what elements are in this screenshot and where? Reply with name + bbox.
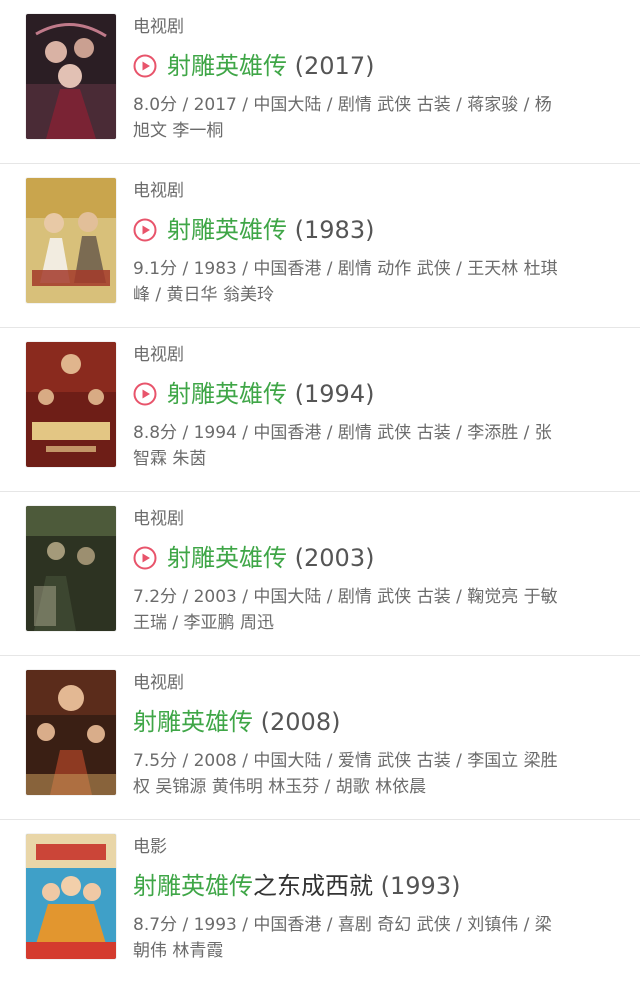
poster-image[interactable]: [26, 834, 116, 959]
search-results-list: 电视剧 射雕英雄传 (2017) 8.0分 / 2017 / 中国大陆 / 剧情…: [0, 0, 640, 984]
poster-image[interactable]: [26, 342, 116, 467]
result-title[interactable]: 射雕英雄传 (2003): [167, 540, 374, 576]
meta-line-2: 智霖 朱茵: [133, 449, 207, 469]
title-highlight[interactable]: 射雕英雄传: [167, 380, 287, 408]
media-type-label: 电视剧: [133, 181, 184, 201]
result-item[interactable]: 电视剧 射雕英雄传 (1983) 9.1分 / 1983 / 中国香港 / 剧情…: [0, 164, 640, 328]
result-item[interactable]: 电视剧 射雕英雄传 (2008) 7.5分 / 2008 / 中国大陆 / 爱情…: [0, 656, 640, 820]
meta-line-1: 8.7分 / 1993 / 中国香港 / 喜剧 奇幻 武侠 / 刘镇伟 / 梁: [133, 915, 552, 935]
title-row[interactable]: 射雕英雄传 (1994): [133, 374, 618, 414]
play-icon[interactable]: [133, 546, 157, 570]
result-meta: 7.5分 / 2008 / 中国大陆 / 爱情 武侠 古装 / 李国立 梁胜 权…: [133, 748, 618, 800]
result-meta: 7.2分 / 2003 / 中国大陆 / 剧情 武侠 古装 / 鞠觉亮 于敏 王…: [133, 584, 618, 636]
title-highlight[interactable]: 射雕英雄传: [167, 544, 287, 572]
meta-line-1: 8.0分 / 2017 / 中国大陆 / 剧情 武侠 古装 / 蒋家骏 / 杨: [133, 95, 552, 115]
title-tail[interactable]: 之东成西就: [253, 872, 373, 900]
result-meta: 8.8分 / 1994 / 中国香港 / 剧情 武侠 古装 / 李添胜 / 张 …: [133, 420, 618, 472]
media-type-label: 电影: [133, 837, 167, 857]
meta-line-1: 8.8分 / 1994 / 中国香港 / 剧情 武侠 古装 / 李添胜 / 张: [133, 423, 552, 443]
play-icon[interactable]: [133, 382, 157, 406]
title-year: (1983): [294, 216, 375, 244]
meta-line-1: 7.5分 / 2008 / 中国大陆 / 爱情 武侠 古装 / 李国立 梁胜: [133, 751, 558, 771]
play-icon[interactable]: [133, 218, 157, 242]
title-highlight[interactable]: 射雕英雄传: [167, 52, 287, 80]
meta-line-2: 峰 / 黄日华 翁美玲: [133, 285, 274, 305]
title-year: (2008): [260, 708, 341, 736]
poster-image[interactable]: [26, 670, 116, 795]
title-row[interactable]: 射雕英雄传之东成西就 (1993): [133, 866, 618, 906]
poster-image[interactable]: [26, 506, 116, 631]
meta-line-2: 权 吴锦源 黄伟明 林玉芬 / 胡歌 林依晨: [133, 777, 427, 797]
meta-line-1: 7.2分 / 2003 / 中国大陆 / 剧情 武侠 古装 / 鞠觉亮 于敏: [133, 587, 558, 607]
meta-line-2: 朝伟 林青霞: [133, 941, 224, 961]
result-item[interactable]: 电影 射雕英雄传之东成西就 (1993) 8.7分 / 1993 / 中国香港 …: [0, 820, 640, 984]
result-title[interactable]: 射雕英雄传 (1983): [167, 212, 374, 248]
title-year: (2003): [294, 544, 375, 572]
meta-line-2: 旭文 李一桐: [133, 121, 224, 141]
media-type-label: 电视剧: [133, 345, 184, 365]
title-year: (1993): [380, 872, 461, 900]
result-meta: 8.7分 / 1993 / 中国香港 / 喜剧 奇幻 武侠 / 刘镇伟 / 梁 …: [133, 912, 618, 964]
result-item[interactable]: 电视剧 射雕英雄传 (1994) 8.8分 / 1994 / 中国香港 / 剧情…: [0, 328, 640, 492]
result-title[interactable]: 射雕英雄传 (2017): [167, 48, 374, 84]
result-title[interactable]: 射雕英雄传 (1994): [167, 376, 374, 412]
title-row[interactable]: 射雕英雄传 (2008): [133, 702, 618, 742]
title-year: (2017): [294, 52, 375, 80]
poster-image[interactable]: [26, 178, 116, 303]
media-type-label: 电视剧: [133, 509, 184, 529]
result-item[interactable]: 电视剧 射雕英雄传 (2003) 7.2分 / 2003 / 中国大陆 / 剧情…: [0, 492, 640, 656]
title-row[interactable]: 射雕英雄传 (1983): [133, 210, 618, 250]
result-title[interactable]: 射雕英雄传之东成西就 (1993): [133, 868, 460, 904]
title-highlight[interactable]: 射雕英雄传: [133, 872, 253, 900]
title-year: (1994): [294, 380, 375, 408]
meta-line-2: 王瑞 / 李亚鹏 周迅: [133, 613, 274, 633]
play-icon[interactable]: [133, 54, 157, 78]
title-row[interactable]: 射雕英雄传 (2003): [133, 538, 618, 578]
title-highlight[interactable]: 射雕英雄传: [167, 216, 287, 244]
title-row[interactable]: 射雕英雄传 (2017): [133, 46, 618, 86]
result-item[interactable]: 电视剧 射雕英雄传 (2017) 8.0分 / 2017 / 中国大陆 / 剧情…: [0, 0, 640, 164]
result-meta: 9.1分 / 1983 / 中国香港 / 剧情 动作 武侠 / 王天林 杜琪 峰…: [133, 256, 618, 308]
result-meta: 8.0分 / 2017 / 中国大陆 / 剧情 武侠 古装 / 蒋家骏 / 杨 …: [133, 92, 618, 144]
media-type-label: 电视剧: [133, 673, 184, 693]
title-highlight[interactable]: 射雕英雄传: [133, 708, 253, 736]
poster-image[interactable]: [26, 14, 116, 139]
meta-line-1: 9.1分 / 1983 / 中国香港 / 剧情 动作 武侠 / 王天林 杜琪: [133, 259, 558, 279]
result-title[interactable]: 射雕英雄传 (2008): [133, 704, 340, 740]
media-type-label: 电视剧: [133, 17, 184, 37]
